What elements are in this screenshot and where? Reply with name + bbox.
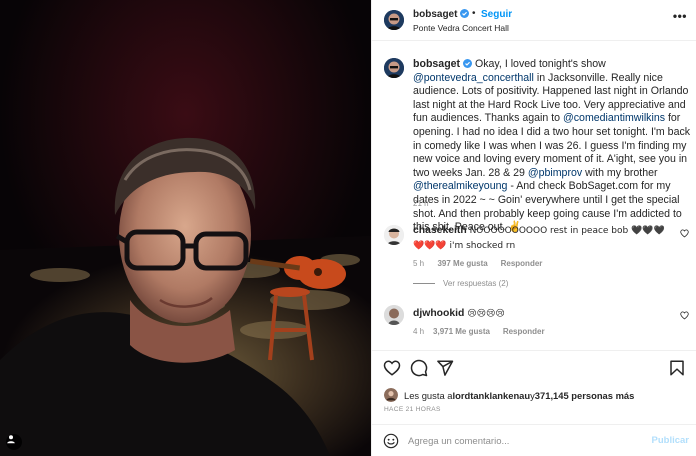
comments-list[interactable]: bobsaget Okay, I loved tonight's show @p… bbox=[372, 41, 696, 350]
post-panel: bobsaget • Seguir Ponte Vedra Concert Ha… bbox=[371, 0, 696, 456]
mention-link[interactable]: @comediantimwilkins bbox=[563, 112, 665, 124]
heart-icon[interactable] bbox=[680, 311, 689, 320]
comment-meta: 4 h 3,971 Me gusta Responder bbox=[413, 327, 545, 336]
action-bar bbox=[372, 350, 696, 384]
username-text[interactable]: bobsaget bbox=[413, 9, 457, 20]
likes-count[interactable]: 371,145 personas más bbox=[535, 390, 635, 401]
list-item: chasekeith NOOOOOOOOOO rest in peace bob… bbox=[413, 224, 671, 253]
verified-badge-icon bbox=[463, 59, 473, 68]
bookmark-icon[interactable] bbox=[668, 359, 686, 377]
post-photo[interactable] bbox=[0, 0, 371, 456]
heart-icon[interactable] bbox=[383, 359, 401, 377]
location-link[interactable]: Ponte Vedra Concert Hall bbox=[413, 23, 509, 33]
comment-composer: Publicar bbox=[372, 424, 696, 456]
comment-likes[interactable]: 397 Me gusta bbox=[437, 259, 487, 268]
post-username[interactable]: bobsaget bbox=[413, 9, 470, 20]
avatar[interactable] bbox=[384, 225, 404, 245]
reply-button[interactable]: Responder bbox=[501, 259, 543, 268]
selfie-image bbox=[0, 0, 371, 456]
mention-link[interactable]: @pbimprov bbox=[528, 167, 582, 179]
comment-icon[interactable] bbox=[410, 359, 428, 377]
reply-button[interactable]: Responder bbox=[503, 327, 545, 336]
emoji-icon[interactable] bbox=[383, 433, 399, 449]
follow-button[interactable]: Seguir bbox=[481, 9, 512, 20]
divider bbox=[413, 283, 435, 284]
separator-dot: • bbox=[472, 8, 476, 19]
view-replies-button[interactable]: Ver respuestas (2) bbox=[413, 279, 508, 288]
avatar[interactable] bbox=[384, 58, 404, 78]
caption-time: 21 h bbox=[413, 199, 429, 208]
verified-badge-icon bbox=[460, 9, 470, 18]
view-replies-label[interactable]: Ver respuestas (2) bbox=[443, 279, 508, 288]
likes-prefix: Les gusta a bbox=[404, 389, 453, 401]
comment-likes[interactable]: 3,971 Me gusta bbox=[433, 327, 490, 336]
comment-username[interactable]: chasekeith bbox=[413, 225, 467, 236]
caption-text: with my brother bbox=[582, 166, 658, 179]
likes-summary: Les gusta a lordtanklankenau y 371,145 p… bbox=[384, 388, 634, 402]
caption-username[interactable]: bobsaget bbox=[413, 58, 460, 70]
user-tag-icon[interactable] bbox=[6, 434, 22, 450]
comment-time: 5 h bbox=[413, 259, 425, 268]
comment-time: 4 h bbox=[413, 327, 425, 336]
comment-username[interactable]: djwhookid bbox=[413, 308, 464, 319]
comment-meta: 5 h 397 Me gusta Responder bbox=[413, 259, 542, 268]
mention-link[interactable]: @therealmikeyoung bbox=[413, 180, 507, 192]
share-icon[interactable] bbox=[436, 359, 454, 377]
avatar[interactable] bbox=[384, 10, 404, 30]
more-options-button[interactable]: ••• bbox=[673, 9, 687, 23]
caption-text: Okay, I loved tonight's show bbox=[472, 58, 606, 70]
list-item: djwhookid 😢😢😢😢 bbox=[413, 307, 671, 322]
avatar[interactable] bbox=[384, 305, 404, 325]
liker-username[interactable]: lordtanklankenau bbox=[452, 390, 530, 401]
comment-text: 😢😢😢😢 bbox=[464, 309, 505, 319]
comment-input[interactable] bbox=[408, 432, 638, 450]
avatar[interactable] bbox=[384, 388, 398, 402]
mention-link[interactable]: @pontevedra_concerthall bbox=[413, 72, 534, 84]
post-caption: bobsaget Okay, I loved tonight's show @p… bbox=[413, 58, 695, 235]
post-time-ago: HACE 21 HORAS bbox=[384, 406, 441, 413]
publish-button[interactable]: Publicar bbox=[652, 435, 690, 446]
post-header: bobsaget • Seguir Ponte Vedra Concert Ha… bbox=[372, 0, 696, 41]
heart-icon[interactable] bbox=[680, 229, 689, 238]
